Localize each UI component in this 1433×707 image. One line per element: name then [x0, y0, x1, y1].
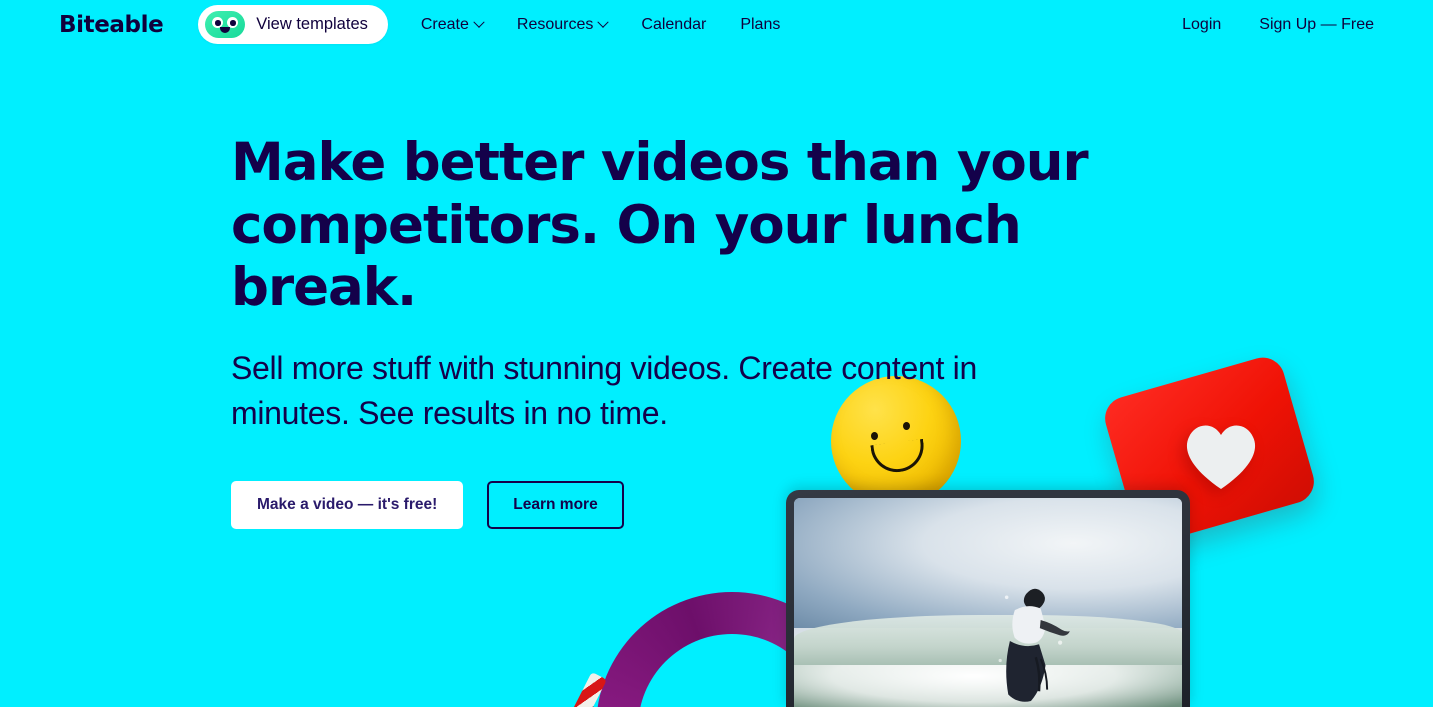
nav-item-create[interactable]: Create: [420, 15, 485, 34]
login-link[interactable]: Login: [1182, 16, 1221, 34]
account-actions: Login Sign Up — Free: [1182, 16, 1374, 34]
view-templates-label: View templates: [256, 15, 368, 33]
chevron-down-icon: [473, 16, 485, 28]
nav-item-calendar[interactable]: Calendar: [641, 16, 706, 34]
nav-item-calendar-label: Calendar: [641, 15, 707, 33]
signup-link[interactable]: Sign Up — Free: [1259, 16, 1374, 34]
nav-item-resources[interactable]: Resources: [516, 15, 610, 34]
chevron-down-icon: [597, 16, 610, 28]
nav-item-create-label: Create: [420, 15, 469, 33]
hero-section: Make better videos than your competitors…: [231, 132, 1161, 530]
brand-logo[interactable]: Biteable: [59, 12, 164, 38]
make-a-video-button[interactable]: Make a video — it's free!: [231, 481, 464, 530]
view-templates-button[interactable]: View templates: [198, 5, 388, 44]
surfer-figure-icon: [998, 588, 1070, 703]
white-heart-icon: [1186, 425, 1256, 489]
purple-torus-ring-icon: [596, 592, 868, 707]
hero-cta-group: Make a video — it's free! Learn more: [231, 481, 1161, 530]
nav-item-plans-label: Plans: [740, 15, 781, 33]
red-white-striped-straw-icon: [560, 671, 607, 707]
primary-nav-links: Create Resources Calendar Plans: [421, 16, 780, 34]
page-title: Make better videos than your competitors…: [231, 132, 1089, 319]
nav-item-plans[interactable]: Plans: [740, 16, 780, 34]
learn-more-button[interactable]: Learn more: [487, 481, 624, 530]
biteable-mascot-icon: [205, 11, 246, 38]
hero-subheadline: Sell more stuff with stunning videos. Cr…: [231, 349, 977, 432]
nav-item-resources-label: Resources: [516, 15, 594, 33]
top-navigation-bar: Biteable View templates Create Resources…: [0, 0, 1433, 49]
